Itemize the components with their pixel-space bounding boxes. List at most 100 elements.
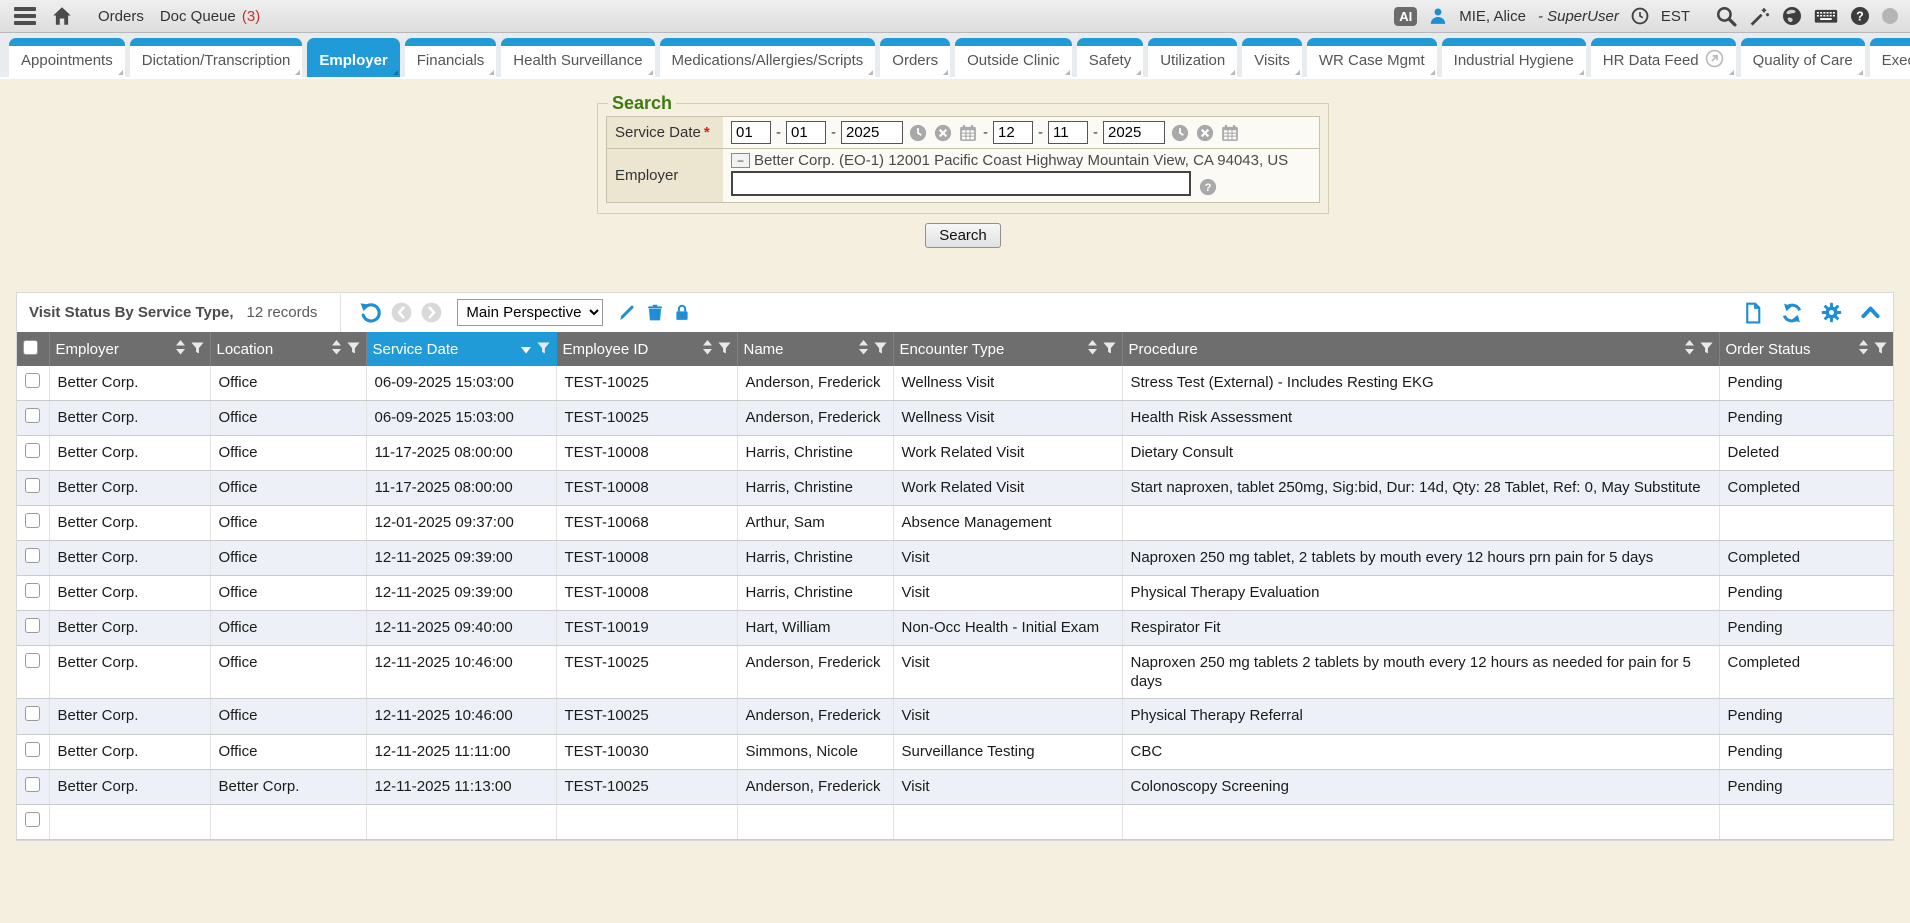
sort-icon[interactable]: [1088, 340, 1097, 359]
tab-utilization[interactable]: Utilization: [1148, 38, 1237, 77]
keyboard-icon[interactable]: [1814, 6, 1838, 26]
edit-icon[interactable]: [618, 303, 637, 322]
prev-icon[interactable]: [391, 302, 412, 323]
from-day-input[interactable]: [786, 121, 826, 144]
tab-label: Medications/Allergies/Scripts: [672, 52, 864, 69]
search-icon[interactable]: [1716, 6, 1737, 27]
filter-icon[interactable]: [1103, 341, 1116, 358]
breadcrumb-orders[interactable]: Orders: [98, 8, 144, 25]
column-header-employer[interactable]: Employer: [49, 332, 210, 366]
sort-icon[interactable]: [1859, 340, 1868, 359]
new-document-icon[interactable]: [1743, 302, 1763, 324]
globe-icon[interactable]: [1782, 6, 1802, 26]
select-all-checkbox[interactable]: [23, 340, 38, 355]
to-time-icon[interactable]: [1171, 124, 1189, 142]
row-checkbox[interactable]: [25, 618, 40, 633]
filter-icon[interactable]: [1874, 341, 1887, 358]
tab-wr-case-mgmt[interactable]: WR Case Mgmt: [1307, 38, 1437, 77]
sort-icon[interactable]: [176, 340, 185, 359]
tab-executive-dashboard[interactable]: Executive Dashboard: [1870, 38, 1910, 77]
from-clear-icon[interactable]: [934, 124, 952, 142]
tab-visits[interactable]: Visits: [1242, 38, 1302, 77]
from-calendar-icon[interactable]: [959, 124, 977, 142]
column-header-order-status[interactable]: Order Status: [1719, 332, 1893, 366]
from-year-input[interactable]: [841, 121, 903, 144]
row-checkbox[interactable]: [25, 408, 40, 423]
to-month-input[interactable]: [993, 121, 1033, 144]
sort-icon[interactable]: [859, 340, 868, 359]
tab-financials[interactable]: Financials: [405, 38, 497, 77]
row-checkbox[interactable]: [25, 478, 40, 493]
home-icon[interactable]: [52, 6, 72, 26]
clock-icon[interactable]: [1631, 7, 1649, 25]
sort-icon[interactable]: [1685, 340, 1694, 359]
table-cell: Respirator Fit: [1122, 611, 1719, 646]
row-checkbox[interactable]: [25, 706, 40, 721]
ai-badge[interactable]: AI: [1394, 7, 1417, 26]
tab-health-surveillance[interactable]: Health Surveillance: [501, 38, 654, 77]
employer-search-input[interactable]: [731, 171, 1191, 196]
row-checkbox[interactable]: [25, 443, 40, 458]
column-header-name[interactable]: Name: [737, 332, 893, 366]
row-checkbox[interactable]: [25, 513, 40, 528]
tab-safety[interactable]: Safety: [1077, 38, 1144, 77]
tab-orders[interactable]: Orders: [880, 38, 950, 77]
row-checkbox[interactable]: [25, 583, 40, 598]
external-link-icon[interactable]: [1705, 49, 1724, 72]
sort-icon[interactable]: [332, 340, 341, 359]
to-calendar-icon[interactable]: [1221, 124, 1239, 142]
employer-collapse-button[interactable]: −: [731, 153, 750, 168]
menu-icon[interactable]: [12, 5, 38, 27]
sort-icon[interactable]: [703, 340, 712, 359]
column-header-encounter-type[interactable]: Encounter Type: [893, 332, 1122, 366]
table-row: Better Corp.Better Corp.12-11-2025 11:13…: [17, 769, 1893, 804]
filter-icon[interactable]: [874, 341, 887, 358]
search-button[interactable]: Search: [925, 223, 1001, 248]
next-icon[interactable]: [421, 302, 442, 323]
row-checkbox[interactable]: [25, 812, 40, 827]
sort-icon[interactable]: [521, 341, 531, 358]
row-checkbox[interactable]: [25, 742, 40, 757]
table-cell: Better Corp.: [49, 471, 210, 506]
tab-outside-clinic[interactable]: Outside Clinic: [955, 38, 1072, 77]
column-header-employee-id[interactable]: Employee ID: [556, 332, 737, 366]
filter-icon[interactable]: [1700, 341, 1713, 358]
user-name[interactable]: MIE, Alice: [1459, 8, 1526, 25]
presence-dot[interactable]: [1882, 8, 1898, 24]
help-icon[interactable]: ?: [1850, 6, 1870, 26]
filter-icon[interactable]: [537, 341, 550, 358]
from-month-input[interactable]: [731, 121, 771, 144]
to-day-input[interactable]: [1048, 121, 1088, 144]
tab-medications-allergies-scripts[interactable]: Medications/Allergies/Scripts: [660, 38, 876, 77]
employer-help-icon[interactable]: ?: [1199, 178, 1217, 196]
perspective-select[interactable]: Main Perspective: [457, 299, 603, 326]
tab-industrial-hygiene[interactable]: Industrial Hygiene: [1442, 38, 1586, 77]
column-header-service-date[interactable]: Service Date: [366, 332, 556, 366]
refresh-icon[interactable]: [1781, 302, 1803, 324]
tab-appointments[interactable]: Appointments: [9, 38, 125, 77]
lock-icon[interactable]: [673, 303, 691, 322]
row-checkbox[interactable]: [25, 777, 40, 792]
table-cell: Better Corp.: [49, 576, 210, 611]
row-checkbox[interactable]: [25, 653, 40, 668]
filter-icon[interactable]: [718, 341, 731, 358]
tab-quality-of-care[interactable]: Quality of Care: [1741, 38, 1865, 77]
filter-icon[interactable]: [347, 341, 360, 358]
tab-hr-data-feed[interactable]: HR Data Feed: [1591, 38, 1736, 77]
column-header-procedure[interactable]: Procedure: [1122, 332, 1719, 366]
from-time-icon[interactable]: [909, 124, 927, 142]
tab-dictation-transcription[interactable]: Dictation/Transcription: [130, 38, 303, 77]
delete-icon[interactable]: [646, 303, 664, 322]
tab-employer[interactable]: Employer: [307, 38, 399, 77]
filter-icon[interactable]: [191, 341, 204, 358]
column-header-location[interactable]: Location: [210, 332, 366, 366]
to-year-input[interactable]: [1103, 121, 1165, 144]
row-checkbox[interactable]: [25, 548, 40, 563]
collapse-icon[interactable]: [1860, 302, 1881, 323]
gear-icon[interactable]: [1821, 302, 1842, 323]
breadcrumb-doc-queue[interactable]: Doc Queue (3): [160, 8, 260, 25]
undo-icon[interactable]: [360, 302, 382, 324]
row-checkbox[interactable]: [25, 373, 40, 388]
to-clear-icon[interactable]: [1196, 124, 1214, 142]
wand-icon[interactable]: [1749, 6, 1770, 27]
